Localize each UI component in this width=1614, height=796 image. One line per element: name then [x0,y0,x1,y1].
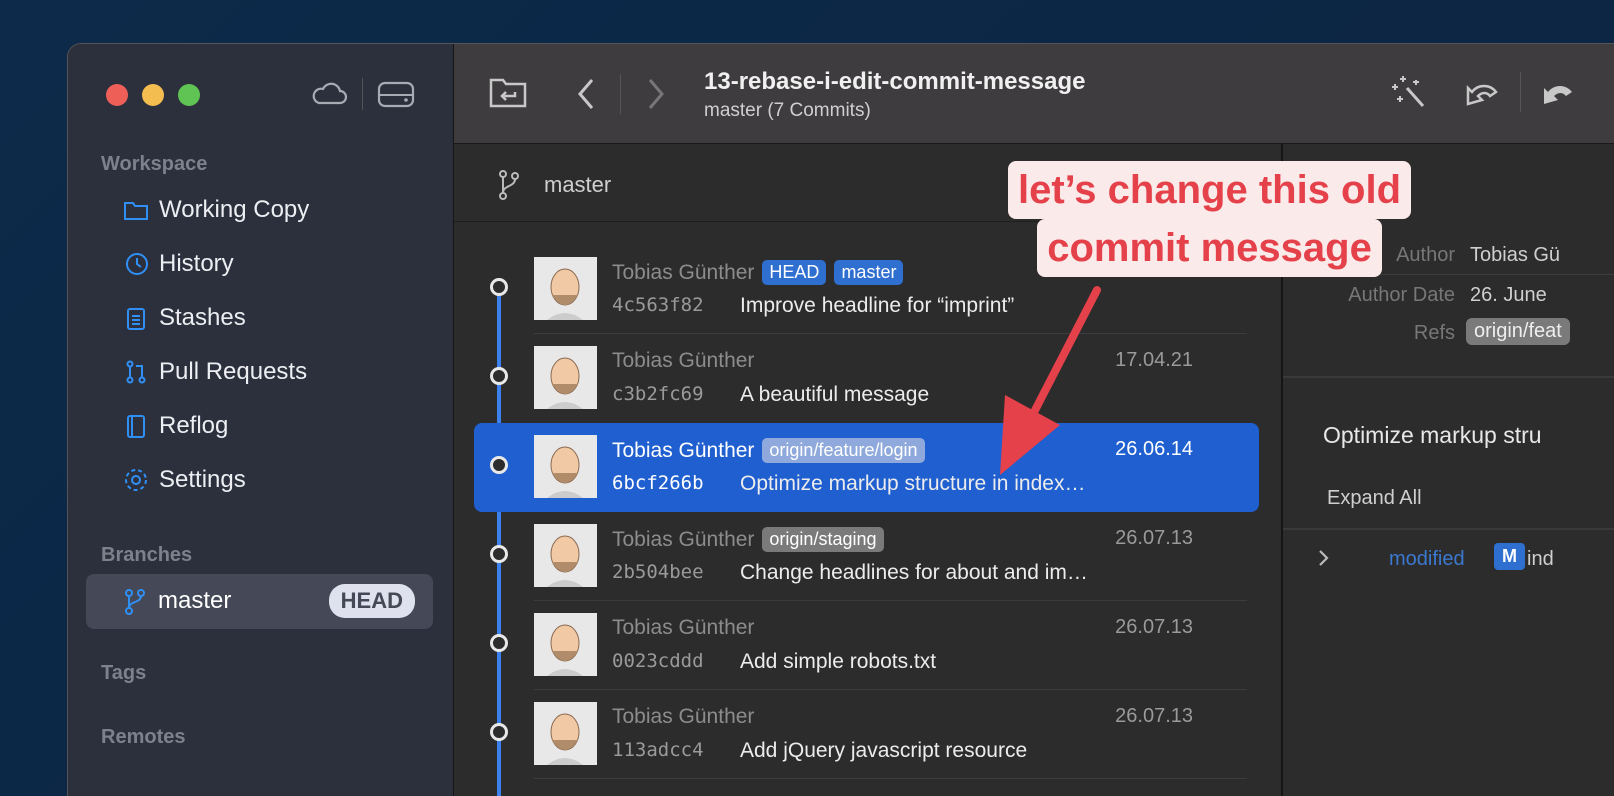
annotation-callout: let’s change this old commit message [1008,161,1412,277]
annotation-arrow [1000,286,1101,475]
